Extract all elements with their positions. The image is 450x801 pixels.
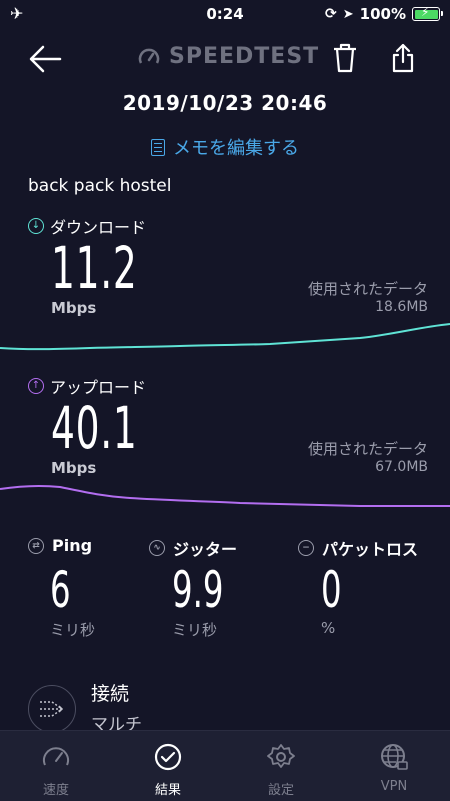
jitter-label: ジッター <box>173 540 238 559</box>
location-icon: ➤ <box>342 6 354 22</box>
tab-vpn-label: VPN <box>380 779 408 794</box>
upload-data-used: 使用されたデータ 67.0MB <box>308 438 428 475</box>
upload-data-used-label: 使用されたデータ <box>307 440 428 458</box>
jitter-icon: ∿ <box>149 540 165 556</box>
speedtest-gauge-icon <box>138 48 160 64</box>
edit-memo-link[interactable]: メモを編集する <box>0 134 450 160</box>
globe-lock-icon <box>354 741 434 773</box>
download-data-used-value: 18.6MB <box>375 299 428 315</box>
back-arrow-icon[interactable] <box>28 44 62 78</box>
download-arrow-icon: ↓ <box>28 218 44 234</box>
ping-unit: ミリ秒 <box>50 621 96 639</box>
download-graph <box>0 323 450 351</box>
jitter-title: ∿ ジッター <box>149 536 237 560</box>
speedometer-icon <box>16 741 96 773</box>
packet-loss-title: − パケットロス <box>298 536 418 560</box>
download-value: 11.2 <box>51 234 138 302</box>
tab-vpn[interactable]: VPN <box>354 741 434 794</box>
gear-icon <box>241 741 321 773</box>
packet-loss-value: 0 <box>321 561 342 619</box>
upload-arrow-icon: ↑ <box>28 378 44 394</box>
upload-value: 40.1 <box>51 394 138 462</box>
battery-percent: 100% <box>359 5 406 23</box>
check-circle-icon <box>128 741 208 773</box>
server-name: back pack hostel <box>28 176 172 196</box>
packet-loss-icon: − <box>298 540 314 556</box>
battery-icon: ⚡ <box>412 5 443 21</box>
tab-speed-label: 速度 <box>42 783 69 798</box>
tab-settings-label: 設定 <box>267 783 294 798</box>
tab-bar: 速度 結果 設定 VPN <box>0 730 450 801</box>
connection-icon <box>28 685 76 733</box>
download-data-used: 使用されたデータ 18.6MB <box>308 278 428 315</box>
trash-icon[interactable] <box>332 42 358 78</box>
tab-settings[interactable]: 設定 <box>241 741 321 798</box>
jitter-value: 9.9 <box>172 561 224 619</box>
speedtest-logo: SPEEDTEST <box>137 44 319 69</box>
packet-loss-unit: % <box>321 619 336 637</box>
download-data-used-label: 使用されたデータ <box>307 280 428 298</box>
tab-results-label: 結果 <box>154 783 181 798</box>
ping-value: 6 <box>50 561 71 619</box>
connection-title: 接続 <box>91 683 130 705</box>
status-bar: ✈ 0:24 ⟳ ➤ 100% ⚡ <box>0 0 450 30</box>
ping-title: ⇄ Ping <box>28 536 92 555</box>
orientation-lock-icon: ⟳ <box>325 6 337 22</box>
memo-icon <box>151 138 165 156</box>
ping-label: Ping <box>52 536 93 555</box>
status-right: ⟳ ➤ 100% ⚡ <box>325 5 443 23</box>
upload-graph <box>0 484 450 507</box>
share-icon[interactable] <box>391 42 415 78</box>
logo-text: SPEEDTEST <box>169 44 320 69</box>
edit-memo-label: メモを編集する <box>173 138 299 159</box>
result-datetime: 2019/10/23 20:46 <box>122 91 328 115</box>
tab-speed[interactable]: 速度 <box>16 741 96 798</box>
tab-results[interactable]: 結果 <box>128 741 208 798</box>
jitter-unit: ミリ秒 <box>172 621 218 639</box>
ping-icon: ⇄ <box>28 537 44 554</box>
packet-loss-label: パケットロス <box>322 540 419 559</box>
